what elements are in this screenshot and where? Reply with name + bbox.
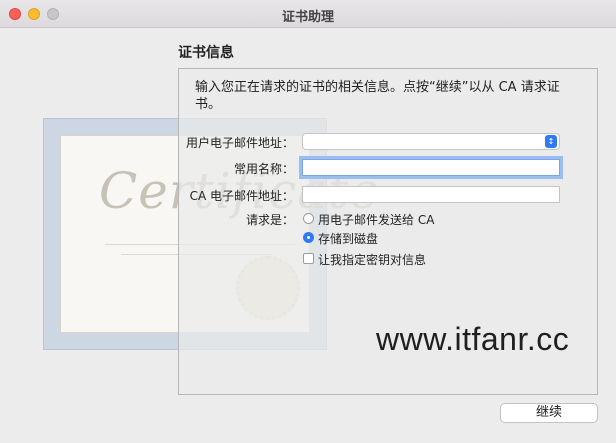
ca-email-label: CA 电子邮件地址： [189,189,294,203]
ca-email-field[interactable] [302,186,560,203]
radio-email-to-ca[interactable] [303,213,314,224]
instruction-text: 输入您正在请求的证书的相关信息。点按“继续”以从 CA 请求证书。 [195,80,560,112]
specify-key-checkbox[interactable] [303,253,314,264]
watermark-text: www.itfanr.cc [376,321,570,357]
common-name-label: 常用名称： [233,162,294,176]
user-email-combobox[interactable]: ↕ [302,133,560,150]
title-bar: 证书助理 [0,0,616,28]
option-email-to-ca-label[interactable]: 用电子邮件发送给 CA [318,211,434,228]
specify-key-label[interactable]: 让我指定密钥对信息 [318,251,426,268]
request-label: 请求是： [245,213,294,227]
user-email-label: 用户电子邮件地址： [185,136,294,150]
chevron-updown-icon[interactable]: ↕ [545,135,557,148]
option-save-to-disk-label[interactable]: 存储到磁盘 [318,230,378,247]
window-title: 证书助理 [281,10,334,25]
common-name-field[interactable] [302,159,560,176]
section-title: 证书信息 [178,45,234,61]
certificate-assistant-window: 证书助理 Certificate 证书信息 输入您正在请求的证书的相关信息。点按… [0,0,616,443]
radio-save-to-disk[interactable] [303,232,314,243]
continue-button[interactable]: 继续 [500,403,598,423]
